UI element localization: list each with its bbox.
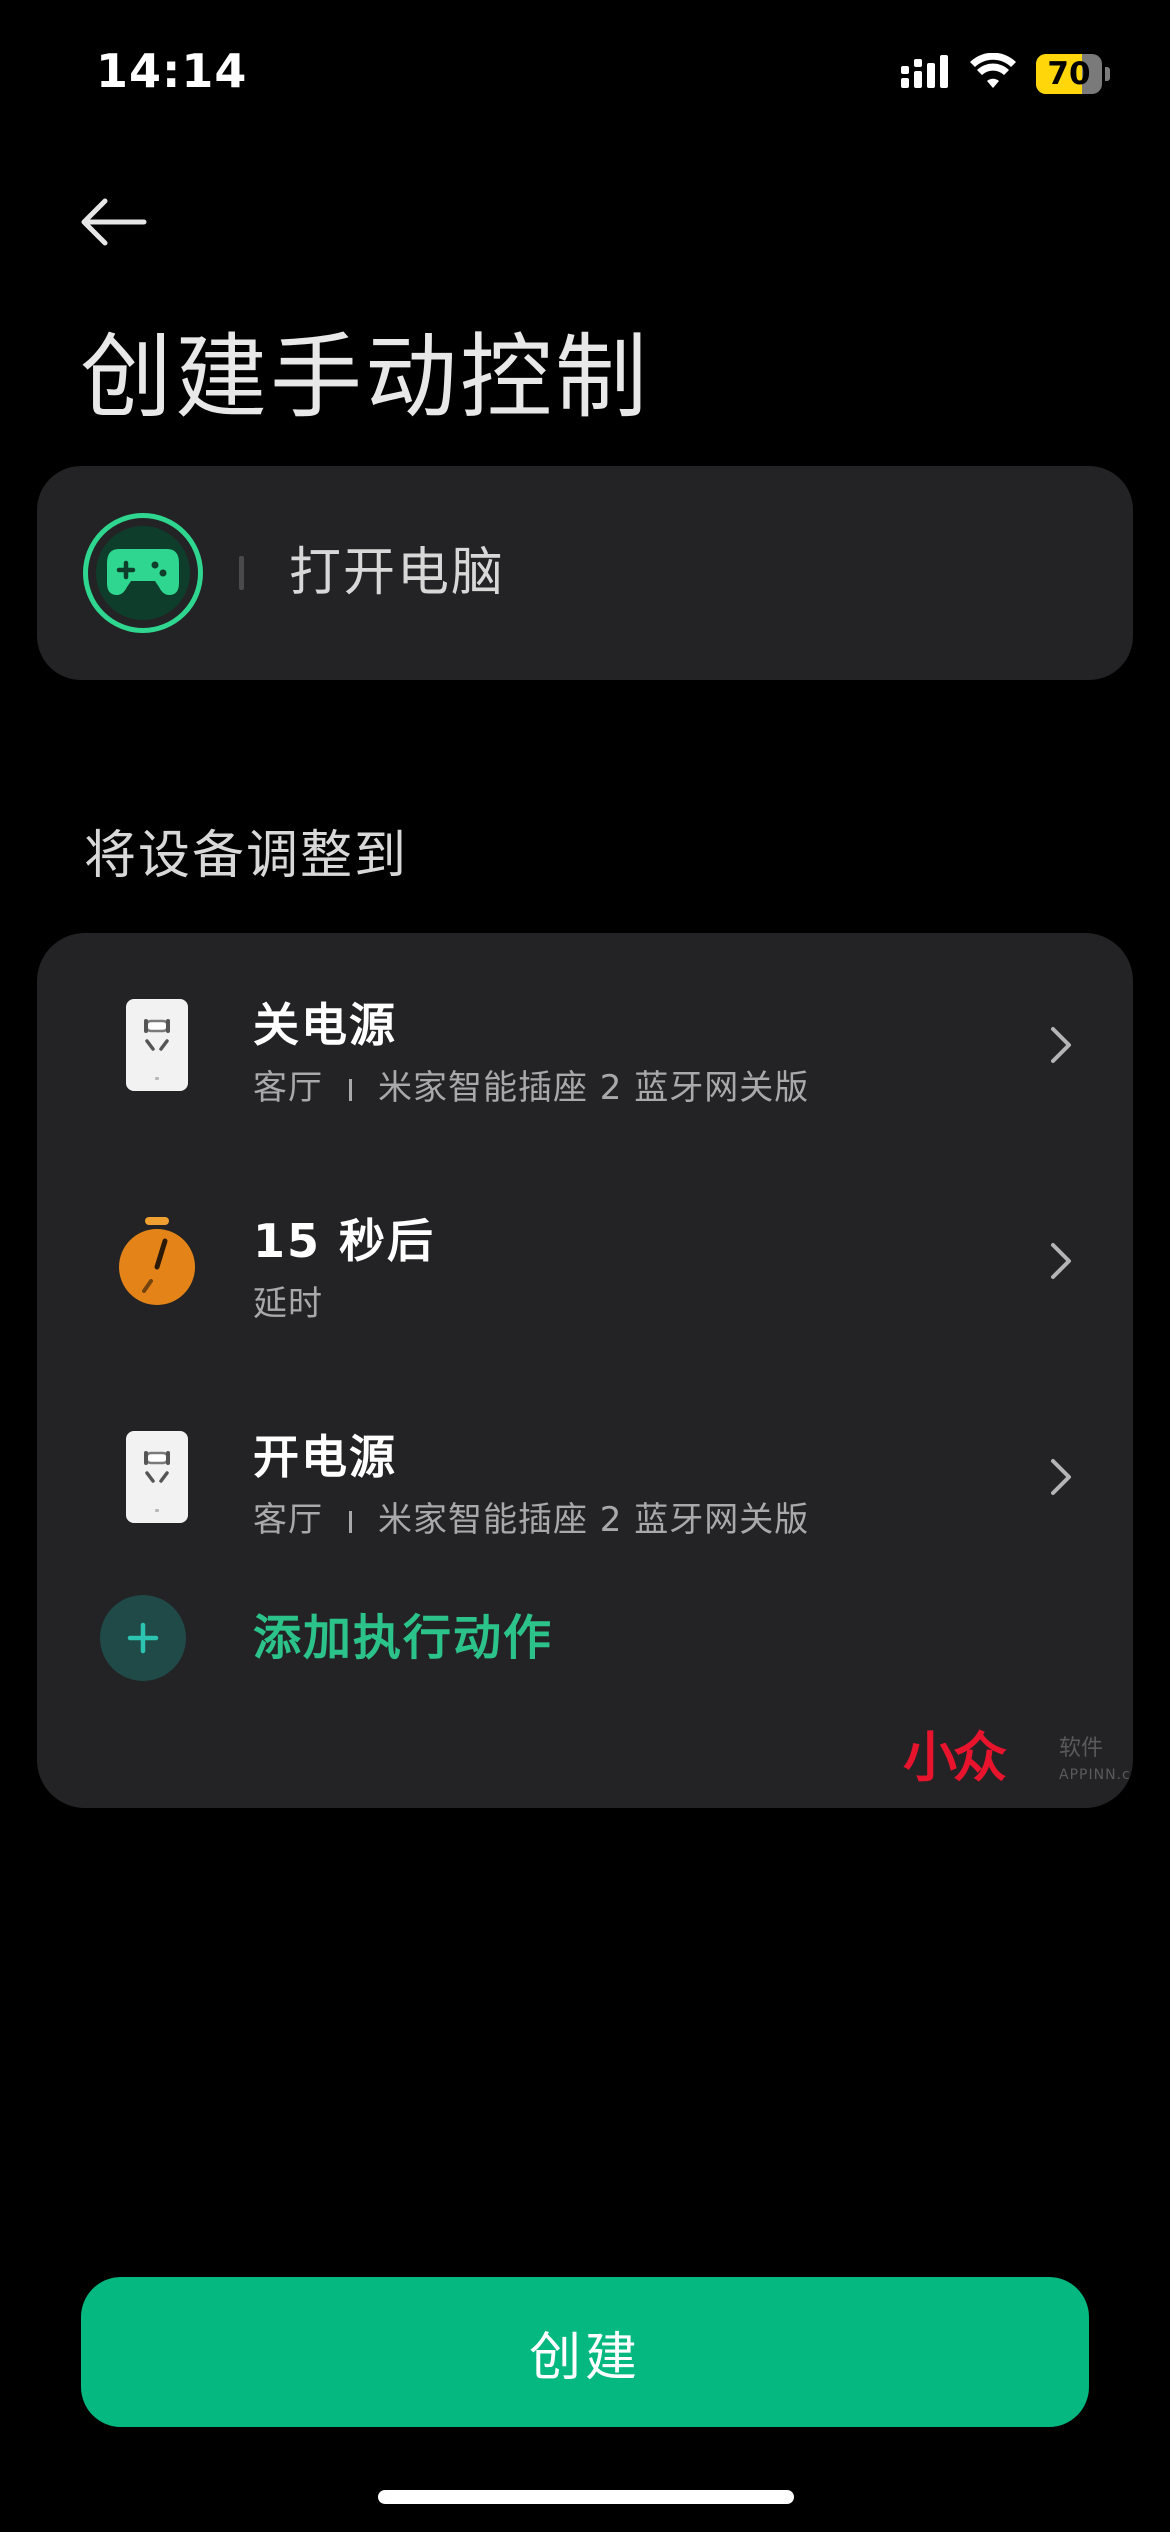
action-subtitle: 延时 (253, 1284, 323, 1324)
chevron-right-icon (1041, 1447, 1081, 1507)
action-row-power-off[interactable]: 关电源 客厅 米家智能插座 2 蓝牙网关版 (37, 945, 1133, 1145)
home-indicator[interactable] (378, 2490, 794, 2504)
back-button[interactable] (78, 188, 168, 260)
action-title: 15 秒后 (253, 1214, 436, 1268)
gamepad-icon (105, 543, 181, 603)
watermark-logo-text: 小众 (903, 1726, 1007, 1789)
chevron-right-icon (1041, 1231, 1081, 1291)
action-room: 客厅 (253, 1500, 323, 1540)
status-bar: 14:14 70 (0, 0, 1170, 150)
watermark-small-text: 软件 (1059, 1736, 1104, 1761)
action-device: 米家智能插座 2 蓝牙网关版 (378, 1500, 810, 1540)
scene-name-input[interactable]: 打开电脑 (289, 541, 505, 605)
timer-icon (97, 1203, 217, 1319)
battery-icon: 70 (1036, 54, 1110, 94)
chevron-right-icon (1041, 1015, 1081, 1075)
action-device: 米家智能插座 2 蓝牙网关版 (378, 1068, 810, 1108)
add-action-label: 添加执行动作 (253, 1610, 554, 1666)
scene-name-card[interactable]: 打开电脑 (37, 466, 1133, 680)
arrow-left-icon (78, 197, 148, 251)
status-time: 14:14 (96, 44, 248, 98)
scene-icon-button[interactable] (83, 513, 203, 633)
wifi-icon (968, 52, 1018, 95)
separator (349, 1511, 352, 1533)
plus-icon (100, 1595, 186, 1681)
watermark-logo: 小众 软件 APPINN.com (903, 1728, 1133, 1808)
text-cursor (239, 556, 244, 590)
action-subtitle: 客厅 米家智能插座 2 蓝牙网关版 (253, 1067, 809, 1109)
separator (349, 1079, 352, 1101)
add-action-button[interactable]: 添加执行动作 (37, 1565, 1133, 1715)
action-row-delay[interactable]: 15 秒后 延时 (37, 1161, 1133, 1361)
smart-plug-icon (97, 987, 217, 1103)
actions-card: 关电源 客厅 米家智能插座 2 蓝牙网关版 15 秒后 延时 开电源 客厅 米家… (37, 933, 1133, 1808)
action-title: 关电源 (253, 998, 397, 1052)
action-subtitle: 客厅 米家智能插座 2 蓝牙网关版 (253, 1499, 809, 1541)
battery-level: 70 (1047, 56, 1091, 92)
status-icons: 70 (900, 52, 1110, 96)
smart-plug-icon (97, 1419, 217, 1535)
action-title: 开电源 (253, 1430, 397, 1484)
watermark-url: APPINN.com (1059, 1767, 1133, 1783)
page-title: 创建手动控制 (80, 324, 651, 431)
create-button[interactable]: 创建 (81, 2277, 1089, 2427)
section-title: 将设备调整到 (84, 826, 409, 886)
cellular-signal-icon (900, 54, 950, 94)
action-room: 客厅 (253, 1068, 323, 1108)
action-row-power-on[interactable]: 开电源 客厅 米家智能插座 2 蓝牙网关版 (37, 1377, 1133, 1577)
